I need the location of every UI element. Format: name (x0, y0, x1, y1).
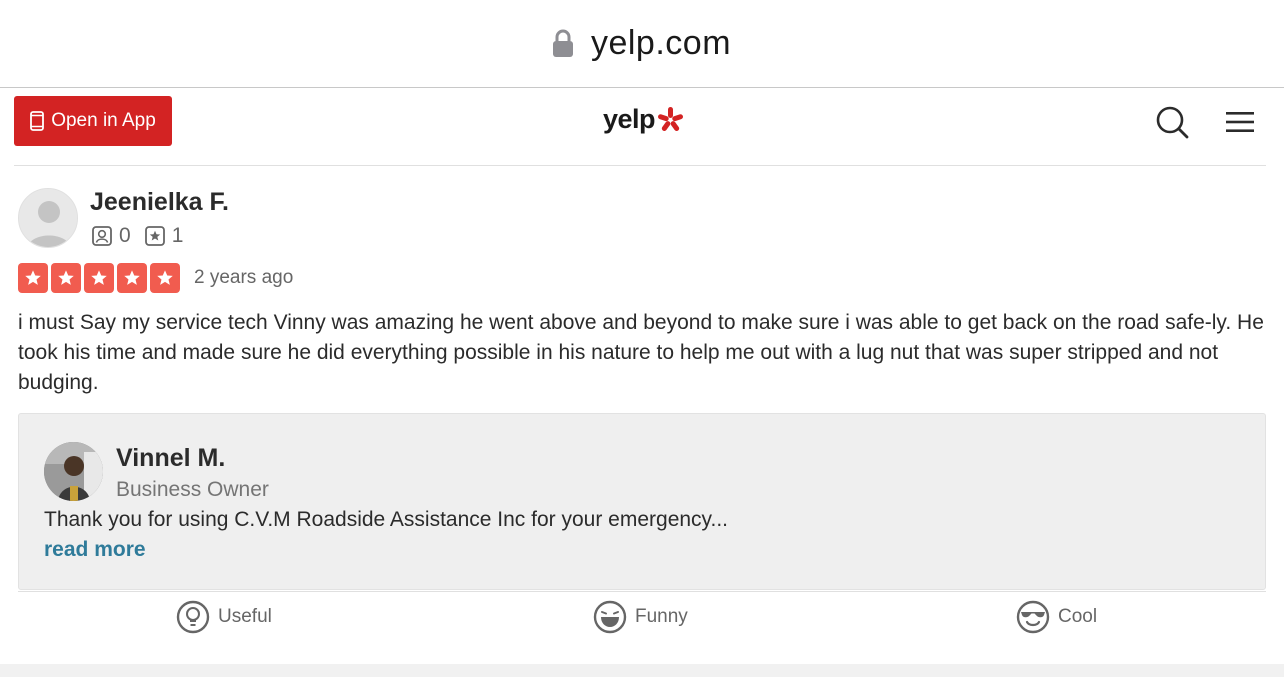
logo-text: yelp (603, 104, 656, 134)
review-date: 2 years ago (194, 267, 294, 288)
reviewer-stats: 0 1 (92, 224, 197, 248)
star-icon (51, 263, 81, 293)
browser-url-bar[interactable]: yelp.com (0, 0, 1284, 88)
cool-button[interactable]: Cool (1016, 600, 1097, 634)
review-text: i must Say my service tech Vinny was ama… (18, 311, 1264, 394)
url-text: yelp.com (590, 24, 732, 62)
funny-label: Funny (635, 606, 688, 627)
funny-button[interactable]: Funny (593, 600, 688, 634)
reviews-stat: 1 (144, 224, 184, 248)
lock-icon (552, 29, 573, 57)
owner-avatar[interactable] (44, 442, 103, 501)
owner-name[interactable]: Vinnel M. (116, 444, 225, 473)
reviewer-name[interactable]: Jeenielka F. (90, 188, 229, 217)
header-divider (14, 165, 1266, 166)
phone-icon (30, 111, 45, 131)
review-reactions: Useful Funny Cool (18, 591, 1266, 647)
lightbulb-icon (176, 600, 210, 634)
owner-reply-box: Vinnel M. Business Owner Thank you for u… (18, 413, 1266, 590)
friends-stat: 0 (92, 224, 131, 248)
laughing-face-icon (593, 600, 627, 634)
owner-role: Business Owner (116, 478, 269, 501)
read-more-link[interactable]: read more (44, 538, 146, 562)
useful-label: Useful (218, 606, 272, 627)
sunglasses-face-icon (1016, 600, 1050, 634)
friends-count: 0 (119, 224, 131, 247)
star-icon (18, 263, 48, 293)
owner-reply-text: Thank you for using C.V.M Roadside Assis… (44, 508, 728, 531)
star-icon (117, 263, 147, 293)
menu-icon[interactable] (1222, 104, 1258, 140)
star-rating: 2 years ago (18, 263, 293, 293)
cool-label: Cool (1058, 606, 1098, 627)
yelp-logo[interactable]: yelp (603, 104, 684, 135)
reviews-count: 1 (171, 224, 184, 247)
open-in-app-button[interactable]: Open in App (14, 96, 172, 146)
star-icon (84, 263, 114, 293)
section-separator (0, 664, 1284, 677)
search-icon[interactable] (1154, 104, 1190, 140)
site-header: Open in App yelp (0, 88, 1284, 166)
open-in-app-label: Open in App (51, 110, 156, 131)
yelp-burst-icon (658, 106, 684, 131)
reviewer-avatar[interactable] (18, 188, 78, 248)
star-icon (150, 263, 180, 293)
friends-icon (92, 226, 112, 246)
star-outline-icon (144, 226, 165, 246)
useful-button[interactable]: Useful (176, 600, 272, 634)
